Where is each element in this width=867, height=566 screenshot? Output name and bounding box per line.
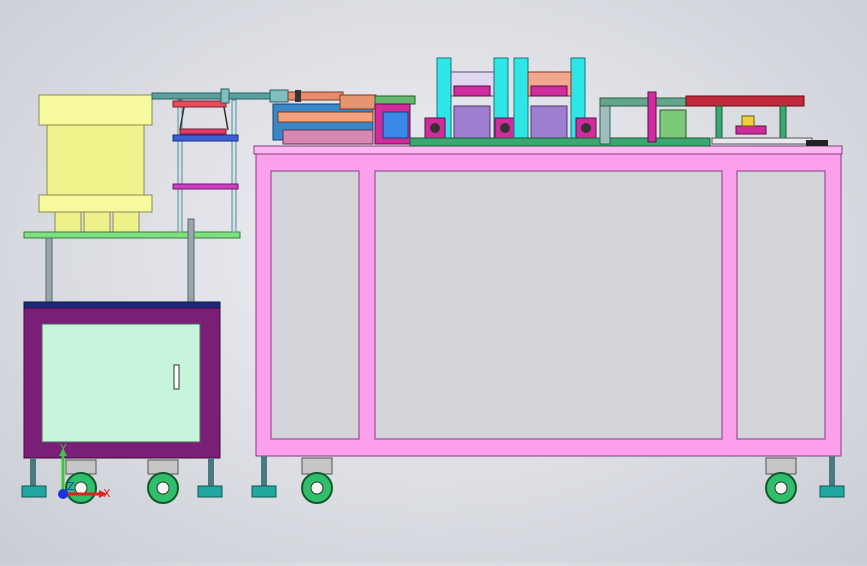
caster-wheel — [301, 457, 333, 504]
axis-y-label: Y — [59, 442, 67, 455]
cad-viewport[interactable]: Y X Z — [0, 0, 867, 562]
cad-model-drawing: Y X Z — [21, 57, 845, 504]
cabinet-door-handle — [173, 364, 180, 390]
press-unit — [424, 57, 516, 145]
caster-wheel — [147, 459, 179, 504]
main-table-frame — [253, 145, 843, 457]
caster-wheel — [765, 457, 797, 504]
axis-x-label: X — [103, 487, 111, 500]
machine-top-assembly — [272, 57, 828, 147]
axis-z-label: Z — [67, 480, 75, 493]
linear-feeder-tower — [172, 99, 239, 233]
bowl-stand-cabinet — [23, 301, 221, 459]
press-unit — [513, 57, 597, 145]
feeder-mount-plate — [23, 231, 241, 239]
vibratory-bowl-feeder — [38, 94, 153, 233]
table-feet — [251, 456, 845, 504]
cabinet-feet — [21, 458, 223, 504]
